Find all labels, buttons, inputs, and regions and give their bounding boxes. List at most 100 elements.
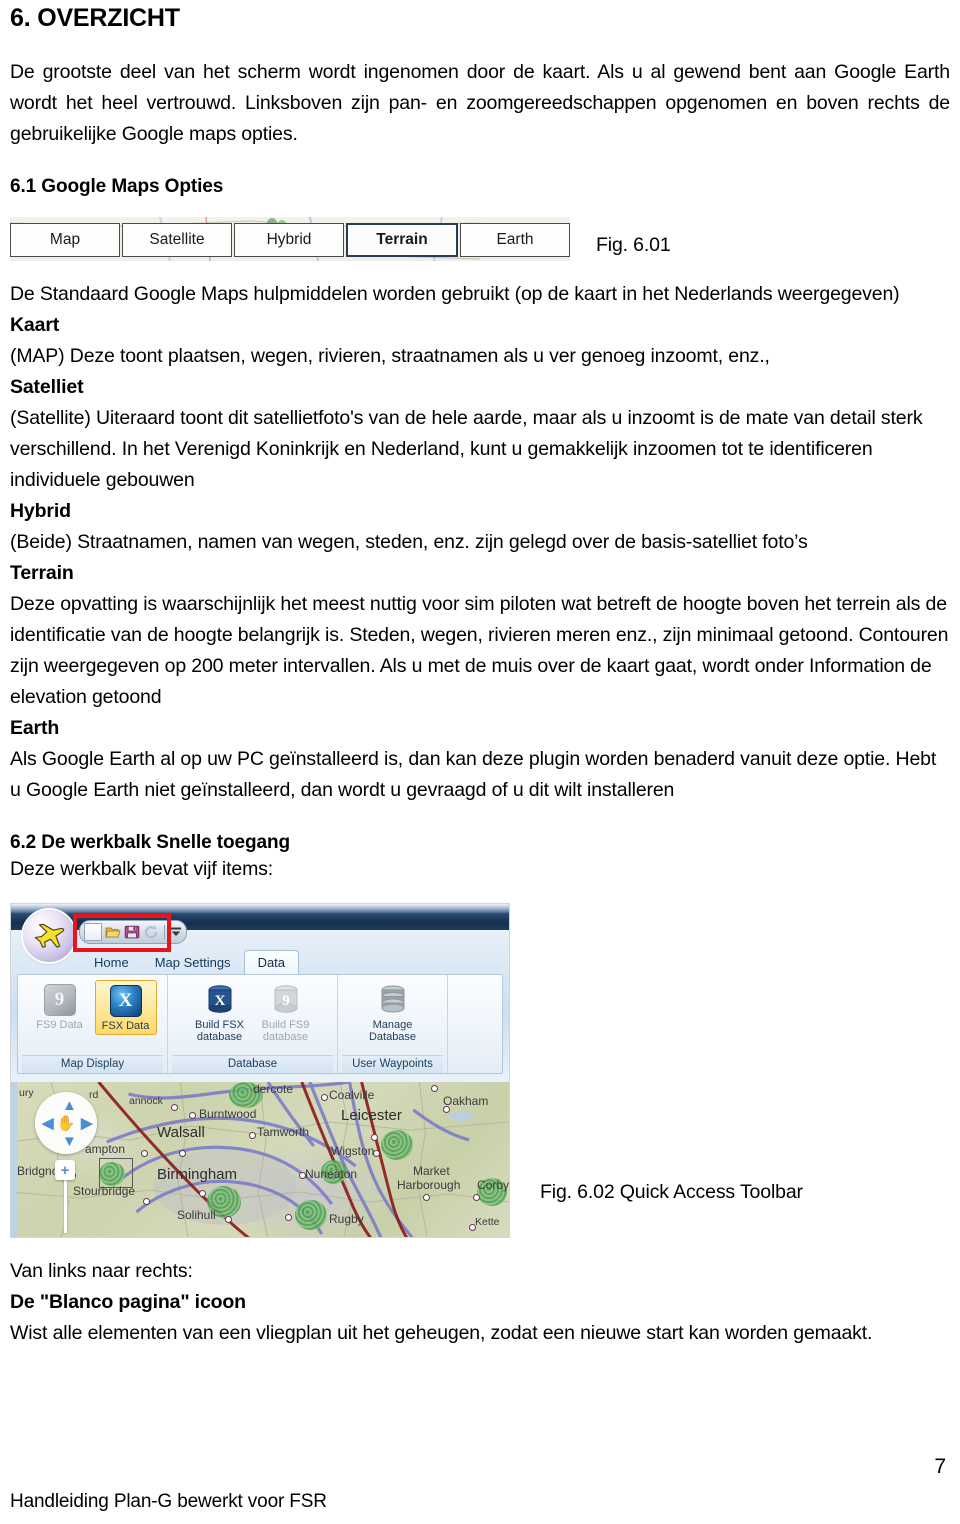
tab-home[interactable]: Home	[81, 951, 142, 974]
page-title: 6. OVERZICHT	[10, 4, 180, 32]
ribbon-group-label-map-display: Map Display	[22, 1055, 163, 1074]
section-61-heading: 6.1 Google Maps Opties	[10, 175, 224, 197]
page-content: 6. OVERZICHT De grootste deel van het sc…	[10, 4, 950, 1349]
ribbon-group-user-waypoints-items: Manage Database	[342, 980, 443, 1055]
zoom-in-icon[interactable]: +	[55, 1160, 75, 1181]
map-label: Oakham	[443, 1094, 489, 1109]
map-type-button-group: Map Satellite Hybrid Terrain Earth	[10, 223, 570, 258]
term-kaart-description: (MAP) Deze toont plaatsen, wegen, rivier…	[10, 344, 770, 367]
fsx-globe-glyph: X	[109, 985, 142, 1018]
term-terrain: Terrain	[10, 561, 74, 584]
ribbon-button-build-fsx-database-label: Build FSX database	[195, 1019, 244, 1044]
map-label: ampton	[85, 1142, 126, 1157]
database-stack-icon	[376, 983, 410, 1017]
map-label: Birmingham	[157, 1166, 238, 1184]
map-label: ury	[19, 1087, 34, 1100]
map-canvas[interactable]: ury rd annock Burntwood dercote Coalvill…	[11, 1082, 509, 1238]
term-earth: Earth	[10, 716, 60, 739]
term-hybrid: Hybrid	[10, 499, 71, 522]
map-label: Coalville	[329, 1088, 375, 1103]
term-terrain-description: Deze opvatting is waarschijnlijk het mee…	[10, 592, 949, 708]
footer-text: Handleiding Plan-G bewerkt voor FSR	[10, 1491, 327, 1512]
term-hybrid-description: (Beide) Straatnamen, namen van wegen, st…	[10, 530, 808, 553]
page-number: 7	[934, 1455, 946, 1478]
map-label: Kette	[475, 1216, 500, 1229]
airplane-icon[interactable]	[23, 910, 75, 963]
map-type-button-map[interactable]: Map	[10, 223, 120, 258]
zoom-slider-track[interactable]	[63, 1178, 68, 1235]
tab-map-settings[interactable]: Map Settings	[142, 951, 244, 974]
pan-down-icon[interactable]: ▼	[62, 1134, 77, 1149]
map-label: Tamworth	[257, 1125, 310, 1140]
map-label: Leicester	[341, 1107, 402, 1125]
figure-601-caption: Fig. 6.01	[596, 233, 671, 256]
map-label: Solihull	[177, 1208, 216, 1223]
map-label: Rugby	[329, 1212, 364, 1227]
fsx-globe-icon: X	[109, 984, 143, 1018]
ribbon-button-build-fs9-database[interactable]: 9 Build FS9 database	[255, 980, 317, 1045]
map-left-gutter	[11, 1082, 17, 1238]
section-62-heading: 6.2 De werkbalk Snelle toegang	[10, 831, 290, 853]
map-type-button-terrain[interactable]: Terrain	[346, 223, 458, 258]
map-label: Wigston	[331, 1144, 375, 1159]
ribbon-button-fs9-data-label: FS9 Data	[36, 1019, 83, 1032]
plan-g-application-screenshot: Home Map Settings Data 9 FS9 Data X FSX …	[10, 903, 510, 1239]
map-type-button-earth[interactable]: Earth	[460, 223, 570, 258]
ribbon-button-manage-database[interactable]: Manage Database	[362, 980, 424, 1045]
ribbon-group-label-user-waypoints: User Waypoints	[342, 1055, 443, 1074]
svg-text:X: X	[214, 993, 225, 1009]
map-zoom-slider[interactable]: +	[53, 1160, 77, 1235]
fs9-square-glyph: 9	[43, 984, 76, 1017]
ribbon-group-map-display-items: 9 FS9 Data X FSX Data	[22, 980, 163, 1055]
ribbon-button-fsx-data-label: FSX Data	[101, 1020, 150, 1033]
svg-text:9: 9	[282, 993, 290, 1009]
paragraph-standard-tools: De Standaard Google Maps hulpmiddelen wo…	[10, 282, 900, 305]
map-type-button-satellite[interactable]: Satellite	[122, 223, 232, 258]
map-label: Harborough	[397, 1178, 461, 1193]
map-label: rd	[89, 1089, 99, 1102]
term-satelliet: Satelliet	[10, 375, 84, 398]
intro-paragraph: De grootste deel van het scherm wordt in…	[10, 60, 950, 145]
ribbon-button-build-fs9-database-label: Build FS9 database	[261, 1019, 310, 1044]
tab-data[interactable]: Data	[243, 950, 300, 975]
pan-up-icon[interactable]: ▲	[62, 1098, 77, 1113]
map-label: dercote	[253, 1082, 294, 1097]
pan-left-icon[interactable]: ◀	[42, 1116, 54, 1131]
left-to-right-label: Van links naar rechts:	[10, 1260, 193, 1283]
map-label: Market	[413, 1164, 450, 1179]
map-label: Stourbridge	[73, 1184, 136, 1199]
ribbon-tab-strip: Home Map Settings Data	[81, 950, 300, 975]
ribbon-button-build-fsx-database[interactable]: X Build FSX database	[189, 980, 251, 1045]
fs9-database-icon: 9	[269, 983, 303, 1017]
pan-hand-icon[interactable]: ✋	[57, 1114, 76, 1132]
quick-access-toolbar-highlight-box	[73, 914, 171, 953]
term-blanco-pagina: De "Blanco pagina" icoon	[10, 1291, 246, 1314]
figure-602: Home Map Settings Data 9 FS9 Data X FSX …	[10, 903, 950, 1239]
term-blanco-pagina-description: Wist alle elementen van een vliegplan ui…	[10, 1322, 873, 1345]
map-label: Walsall	[157, 1124, 205, 1142]
term-satelliet-description: (Satellite) Uiteraard toont dit satellie…	[10, 406, 923, 491]
google-maps-type-toolbar[interactable]: Map Satellite Hybrid Terrain Earth	[10, 216, 570, 261]
map-type-button-hybrid[interactable]: Hybrid	[234, 223, 344, 258]
ribbon-group-user-waypoints: Manage Database User Waypoints	[338, 975, 448, 1074]
ribbon-body: 9 FS9 Data X FSX Data Map Display X Buil…	[17, 974, 503, 1075]
ribbon-button-fsx-data[interactable]: X FSX Data	[94, 980, 157, 1036]
term-earth-description: Als Google Earth al op uw PC geïnstallee…	[10, 747, 937, 801]
map-label: annock	[129, 1095, 163, 1108]
section-62-intro: Deze werkbalk bevat vijf items:	[10, 858, 274, 881]
ribbon-button-fs9-data[interactable]: 9 FS9 Data	[29, 980, 91, 1033]
figure-601: Map Satellite Hybrid Terrain Earth Fig. …	[10, 216, 950, 261]
dropdown-glyph	[171, 927, 181, 937]
database-stack-glyph	[379, 984, 407, 1016]
ribbon-group-database-items: X Build FSX database 9 Build FS9 databas…	[172, 980, 333, 1055]
ribbon-group-database: X Build FSX database 9 Build FS9 databas…	[168, 975, 338, 1074]
document-page: 6. OVERZICHT De grootste deel van het sc…	[0, 0, 960, 1524]
titlebar-gloss	[11, 904, 509, 914]
map-pan-control[interactable]: ▲ ◀ ▶ ▼ ✋	[35, 1092, 97, 1155]
map-label: Corby	[477, 1178, 509, 1193]
ribbon-group-empty	[448, 975, 502, 1073]
customize-dropdown-icon[interactable]	[170, 925, 182, 939]
pan-right-icon[interactable]: ▶	[81, 1116, 93, 1131]
figure-602-caption: Fig. 6.02 Quick Access Toolbar	[540, 1181, 803, 1204]
ribbon-button-manage-database-label: Manage Database	[368, 1019, 417, 1044]
